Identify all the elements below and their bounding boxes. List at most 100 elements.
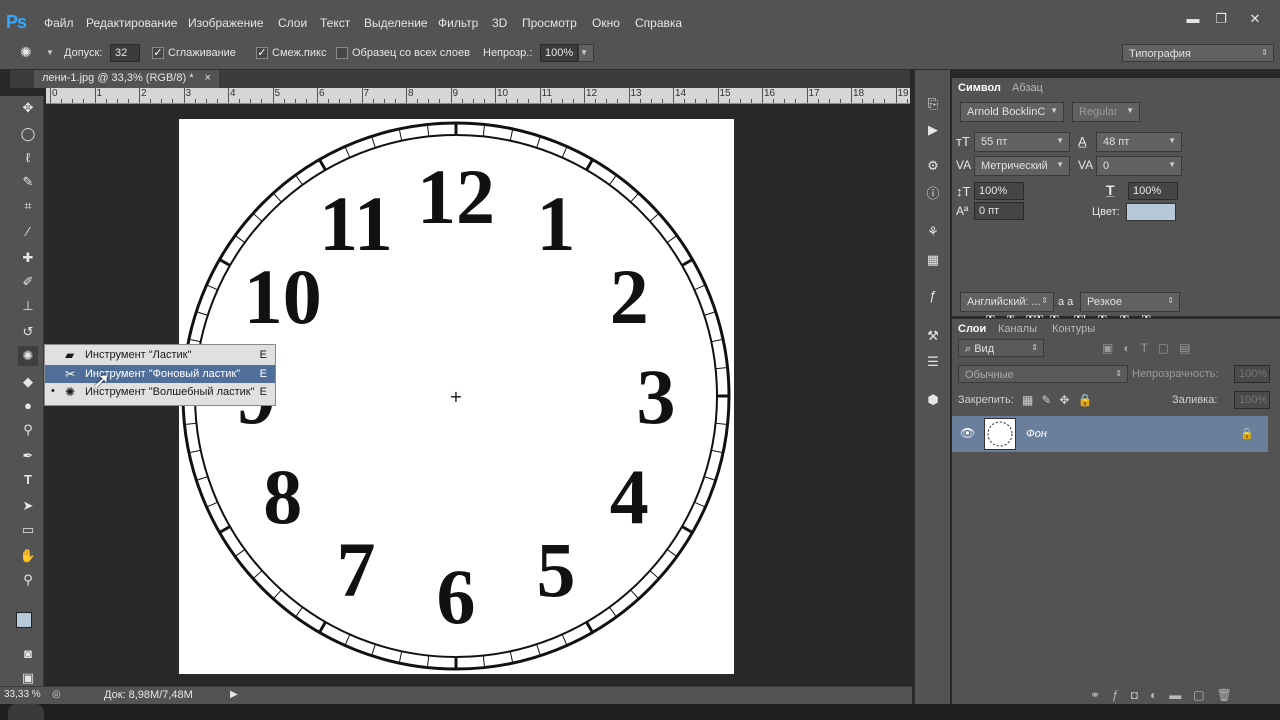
- clock-tick: [649, 212, 660, 222]
- minimize-button[interactable]: ▬: [1184, 10, 1202, 28]
- tab-paragraph[interactable]: Абзац: [1012, 82, 1043, 94]
- ruler-tick: [127, 99, 129, 103]
- menu-edit[interactable]: Редактирование: [86, 16, 177, 30]
- blur-tool-icon[interactable]: ●: [18, 396, 38, 416]
- text-color-swatch[interactable]: [1126, 203, 1176, 221]
- healing-brush-tool-icon[interactable]: ✚: [18, 248, 38, 268]
- status-menu-arrow-icon[interactable]: ▶: [230, 689, 238, 700]
- menu-filter[interactable]: Фильтр: [438, 16, 478, 30]
- menu-help[interactable]: Справка: [635, 16, 682, 30]
- brush-tool-icon[interactable]: ✐: [18, 272, 38, 292]
- layer-row-background[interactable]: 👁 Фон 🔒: [952, 416, 1268, 452]
- flyout-item-eraser[interactable]: ▰ Инструмент "Ластик" E: [45, 346, 275, 364]
- menu-image[interactable]: Изображение: [188, 16, 264, 30]
- layer-opacity-input[interactable]: 100%: [1234, 365, 1270, 383]
- screen-mode-icon[interactable]: ▣: [18, 668, 38, 688]
- styles-panel-icon[interactable]: ƒ: [923, 286, 943, 306]
- horizontal-ruler[interactable]: 0 1 2 3 4 5 6 7 8 9 10 11 12 13 14 15 16 17 18 19: [46, 87, 930, 104]
- blend-mode-dropdown[interactable]: Обычные ⇕: [958, 365, 1128, 383]
- hand-tool-icon[interactable]: ✋: [18, 546, 38, 566]
- tab-channels[interactable]: Каналы: [998, 323, 1037, 335]
- properties-panel-icon[interactable]: ☰: [923, 352, 943, 372]
- antialias-checkbox[interactable]: ✓: [152, 47, 164, 59]
- layer-footer-icons[interactable]: ⚭ƒ◘◐▬▢🗑: [1090, 688, 1244, 702]
- menu-type[interactable]: Текст: [320, 16, 350, 30]
- move-tool-icon[interactable]: ✥: [18, 98, 38, 118]
- adjustments-panel-icon[interactable]: ⚒: [923, 326, 943, 346]
- tool-preset-chevron-icon[interactable]: ▼: [46, 48, 54, 57]
- ruler-tick: [350, 99, 351, 103]
- close-button[interactable]: ✕: [1246, 10, 1264, 28]
- 3d-panel-icon[interactable]: ⬢: [923, 390, 943, 410]
- leading-dropdown[interactable]: 48 пт ▼: [1096, 132, 1182, 152]
- clone-stamp-tool-icon[interactable]: ⊥: [18, 296, 38, 316]
- foreground-color-swatch[interactable]: [16, 612, 32, 628]
- history-brush-tool-icon[interactable]: ↺: [18, 322, 38, 342]
- opacity-dropdown[interactable]: ▼: [578, 44, 594, 62]
- actions-panel-icon[interactable]: ▶: [923, 120, 943, 140]
- layer-name[interactable]: Фон: [1026, 428, 1047, 440]
- clock-tick: [318, 158, 327, 171]
- sample-all-checkbox[interactable]: [336, 47, 348, 59]
- baseline-shift-input[interactable]: 0 пт: [974, 202, 1024, 220]
- pen-tool-icon[interactable]: ✒: [18, 446, 38, 466]
- horizontal-scale-input[interactable]: 100%: [1128, 182, 1178, 200]
- contiguous-checkbox[interactable]: ✓: [256, 47, 268, 59]
- quick-select-tool-icon[interactable]: ✎: [18, 172, 38, 192]
- layer-filter-icons[interactable]: ▣◐T▢▤: [1102, 341, 1201, 355]
- history-panel-icon[interactable]: ⎘: [923, 94, 943, 114]
- restore-button[interactable]: ❐: [1212, 10, 1230, 28]
- magic-eraser-icon[interactable]: ✺: [20, 44, 32, 61]
- ruler-tick: [628, 87, 630, 103]
- workspace-dropdown[interactable]: Типография ⇕: [1122, 44, 1274, 62]
- layer-filter-dropdown[interactable]: ⌕ Вид ⇕: [958, 339, 1044, 357]
- language-dropdown[interactable]: Английский: ... ⇕: [960, 292, 1054, 312]
- crop-tool-icon[interactable]: ⌗: [18, 196, 38, 216]
- menu-layers[interactable]: Слои: [278, 16, 307, 30]
- lock-icons[interactable]: ▦✎✥🔒: [1022, 393, 1100, 407]
- tab-paths[interactable]: Контуры: [1052, 323, 1095, 335]
- vertical-scale-input[interactable]: 100%: [974, 182, 1024, 200]
- flyout-item-magic-eraser[interactable]: • ✺ Инструмент "Волшебный ластик" E: [45, 383, 275, 401]
- antialias-method-dropdown[interactable]: Резкое ⇕: [1080, 292, 1180, 312]
- paint-bucket-tool-icon[interactable]: ◆: [18, 372, 38, 392]
- close-tab-icon[interactable]: ×: [205, 72, 211, 84]
- menu-file[interactable]: Файл: [44, 16, 74, 30]
- type-tool-icon[interactable]: T: [18, 470, 38, 490]
- brushes-panel-icon[interactable]: ⚘: [923, 222, 943, 242]
- menu-view[interactable]: Просмотр: [522, 16, 577, 30]
- tracking-dropdown[interactable]: 0 ▼: [1096, 156, 1182, 176]
- dodge-tool-icon[interactable]: ⚲: [18, 420, 38, 440]
- chevron-down-icon: ▼: [1056, 136, 1064, 145]
- path-select-tool-icon[interactable]: ➤: [18, 496, 38, 516]
- document-tab[interactable]: лени-1.jpg @ 33,3% (RGB/8) * ×: [34, 70, 219, 88]
- fill-input[interactable]: 100%: [1234, 391, 1270, 409]
- menu-3d[interactable]: 3D: [492, 16, 507, 30]
- start-button[interactable]: [8, 704, 44, 720]
- menu-window[interactable]: Окно: [592, 16, 620, 30]
- eraser-tool-icon[interactable]: ✺: [18, 346, 38, 366]
- tab-layers[interactable]: Слои: [958, 323, 986, 335]
- status-settings-icon[interactable]: ◎: [52, 689, 61, 700]
- kerning-dropdown[interactable]: Метрический ▼: [974, 156, 1070, 176]
- flyout-item-background-eraser[interactable]: ✂ Инструмент "Фоновый ластик" E: [45, 365, 275, 383]
- eyedropper-tool-icon[interactable]: ⁄: [18, 222, 38, 242]
- opacity-input[interactable]: 100%: [540, 44, 578, 62]
- tolerance-input[interactable]: 32: [110, 44, 140, 62]
- quick-mask-icon[interactable]: ◙: [18, 644, 38, 664]
- font-family-dropdown[interactable]: Arnold BocklinC ▼: [960, 102, 1064, 122]
- tab-character[interactable]: Символ: [958, 82, 1001, 94]
- lasso-tool-icon[interactable]: ℓ: [18, 148, 38, 168]
- zoom-tool-icon[interactable]: ⚲: [18, 570, 38, 590]
- visibility-eye-icon[interactable]: 👁: [960, 426, 975, 440]
- menu-select[interactable]: Выделение: [364, 16, 428, 30]
- rectangle-tool-icon[interactable]: ▭: [18, 520, 38, 540]
- ruler-tick: [161, 99, 162, 103]
- info-panel-icon[interactable]: ⓘ: [923, 184, 943, 204]
- tool-presets-icon[interactable]: ⚙: [923, 156, 943, 176]
- swatches-panel-icon[interactable]: ▦: [923, 250, 943, 270]
- zoom-level[interactable]: 33,33 %: [4, 689, 41, 700]
- font-size-dropdown[interactable]: 55 пт ▼: [974, 132, 1070, 152]
- font-style-dropdown[interactable]: Regular ▼: [1072, 102, 1140, 122]
- marquee-tool-icon[interactable]: ◯: [18, 124, 38, 144]
